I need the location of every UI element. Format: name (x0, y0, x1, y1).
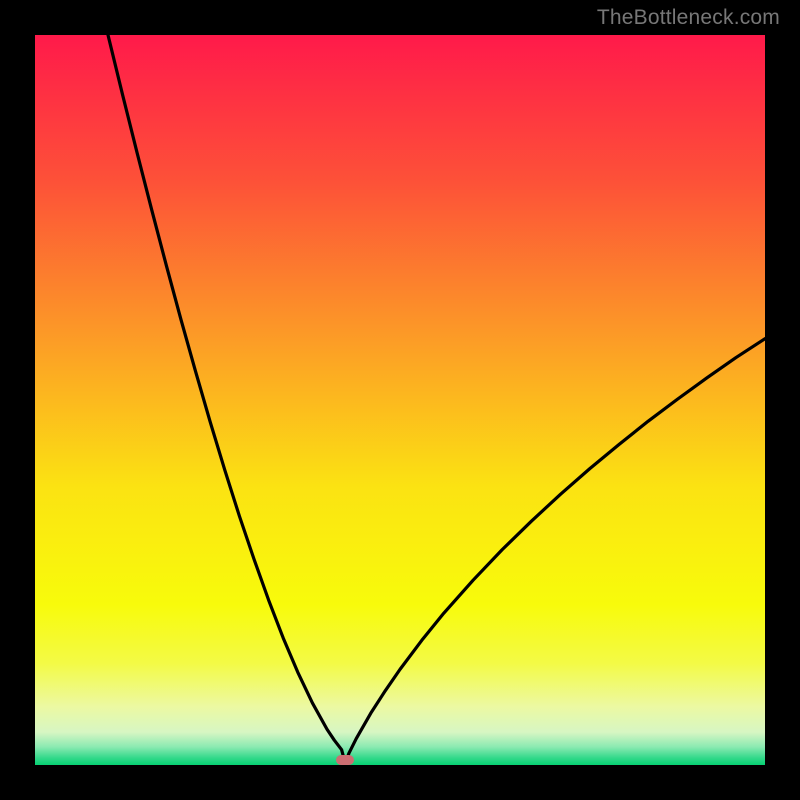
background-gradient (35, 35, 765, 765)
watermark-text: TheBottleneck.com (597, 6, 780, 30)
chart-frame: TheBottleneck.com (0, 0, 800, 800)
plot-area (35, 35, 765, 765)
minimum-marker (336, 755, 354, 765)
